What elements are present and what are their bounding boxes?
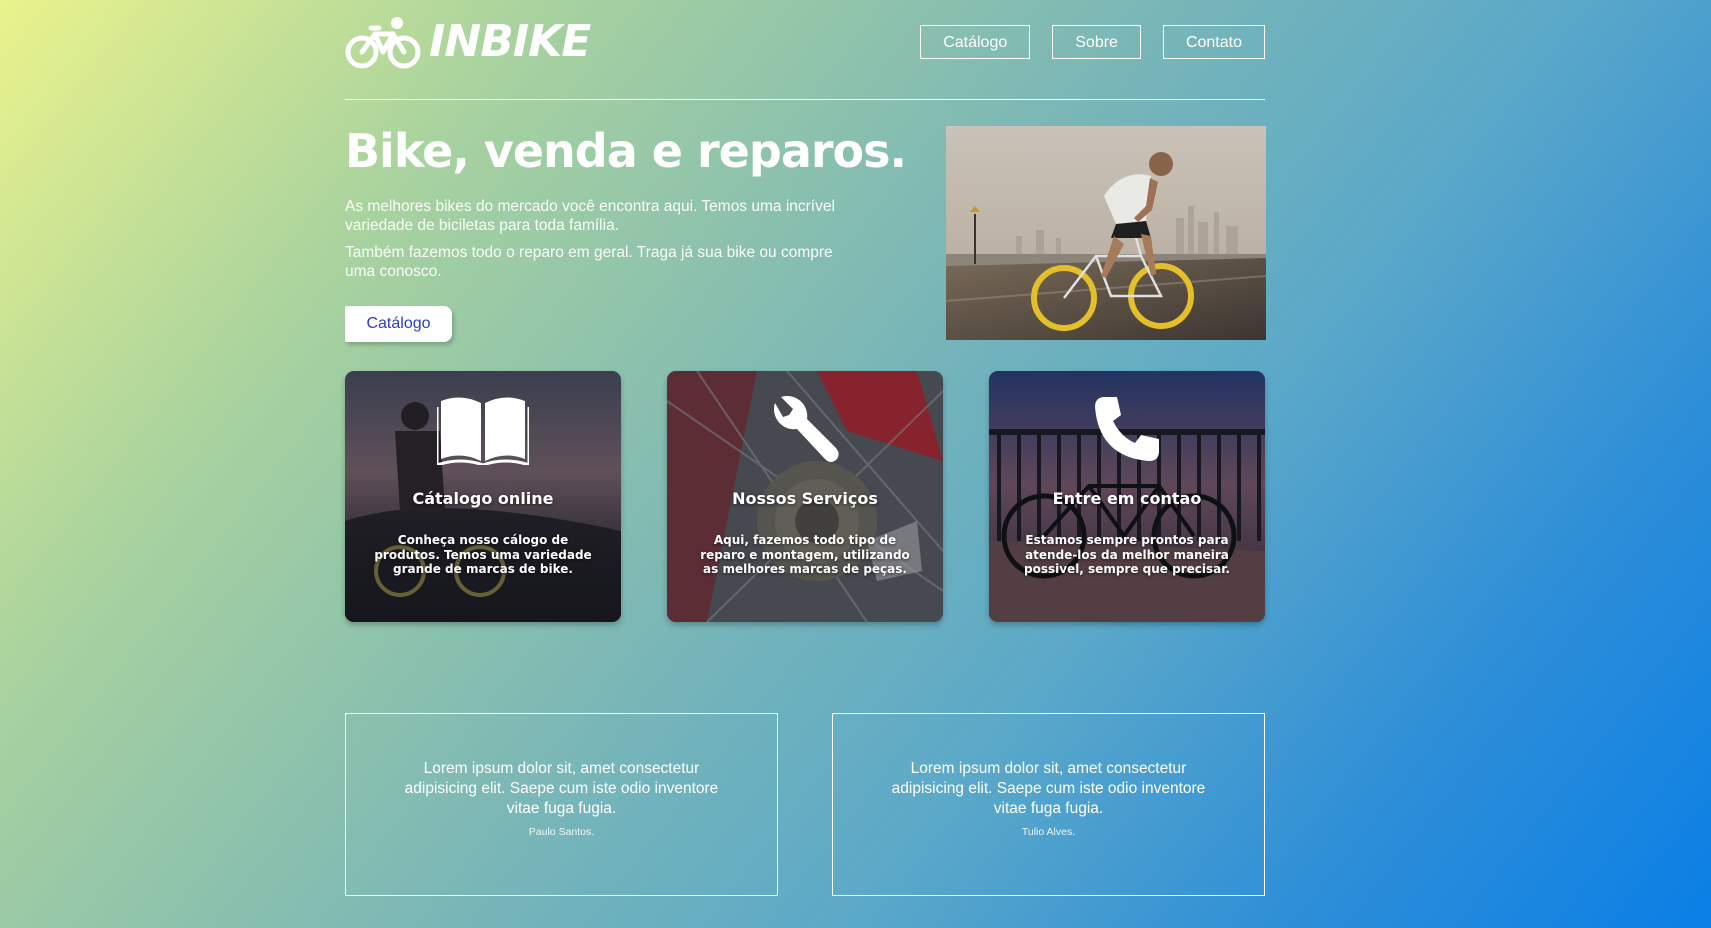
hero-paragraph-2: Também fazemos todo o reparo em geral. T… [345,244,833,280]
card-catalogo[interactable]: Cátalogo online Conheça nosso cálogo de … [345,371,621,622]
testimonial-author: Paulo Santos. [528,826,595,838]
bicycle-icon [345,14,421,70]
card-title: Cátalogo online [412,489,554,508]
card-servicos[interactable]: Nossos Serviços Aqui, fazemos todo tipo … [667,371,943,622]
brand-logo[interactable]: INBIKE [345,14,591,70]
card-contato[interactable]: Entre em contao Estamos sempre prontos p… [989,371,1265,622]
main-nav: Catálogo Sobre Contato [920,25,1265,59]
hero-paragraph-1: As melhores bikes do mercado você encont… [345,198,835,234]
nav-contato[interactable]: Contato [1162,25,1265,59]
card-title: Entre em contao [1052,489,1202,508]
header-divider [345,99,1265,100]
wrench-icon [767,393,843,470]
testimonial-box: Lorem ipsum dolor sit, amet consectetur … [345,713,778,896]
hero-cyclist-image [946,126,1266,340]
brand-name: INBIKE [429,16,591,67]
nav-sobre[interactable]: Sobre [1052,25,1141,59]
phone-icon [1091,393,1163,470]
testimonial-quote: Lorem ipsum dolor sit, amet consectetur … [891,760,1206,817]
testimonial-author: Tulio Alves. [1021,826,1076,838]
open-book-icon [435,393,531,470]
card-text: Conheça nosso cálogo de produtos. Temos … [374,533,592,576]
testimonial-box: Lorem ipsum dolor sit, amet consectetur … [832,713,1265,896]
page-container: INBIKE Catálogo Sobre Contato Bike, vend… [345,0,1266,928]
card-text: Aqui, fazemos todo tipo de reparo e mont… [700,533,910,576]
catalog-button[interactable]: Catálogo [345,306,452,342]
hero-title: Bike, venda e reparos. [345,124,907,178]
testimonial-quote: Lorem ipsum dolor sit, amet consectetur … [404,760,719,817]
card-text: Estamos sempre prontos para atende-los d… [1024,533,1230,576]
card-title: Nossos Serviços [732,489,878,508]
site-header: INBIKE Catálogo Sobre Contato [345,0,1265,100]
nav-catalogo[interactable]: Catálogo [920,25,1031,59]
